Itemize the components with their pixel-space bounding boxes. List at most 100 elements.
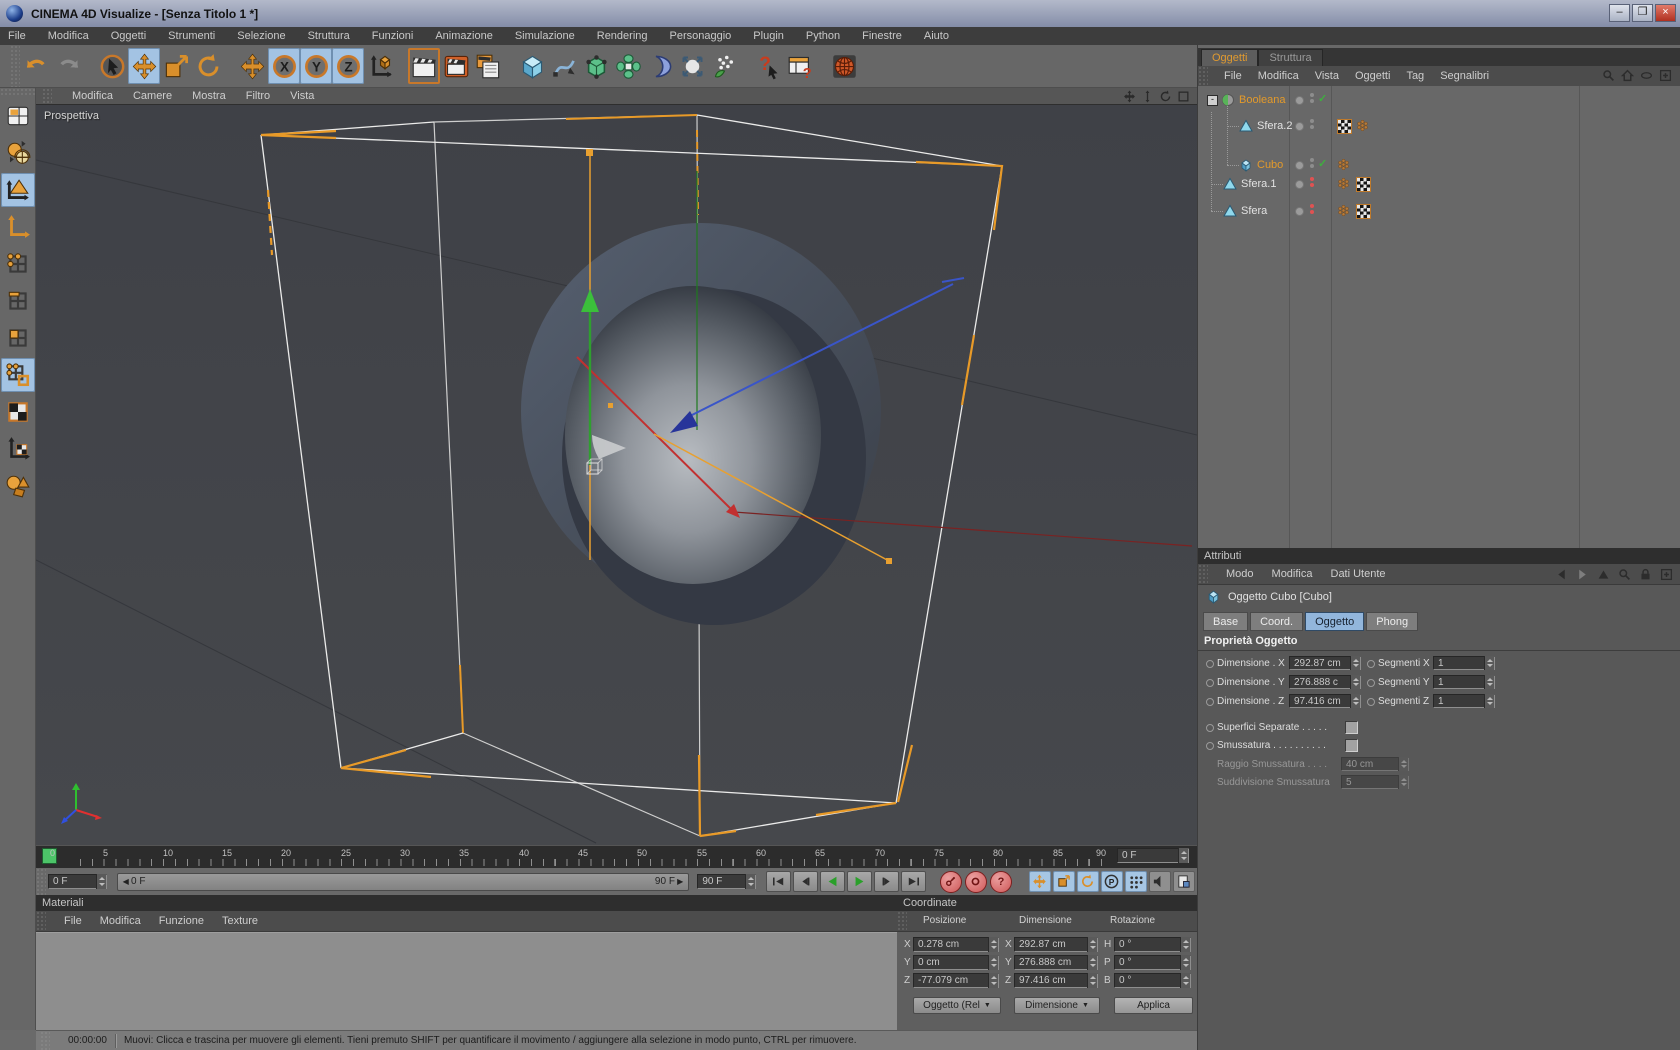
om-menu-segnalibri[interactable]: Segnalibri [1440,70,1489,82]
add-environment-button[interactable] [676,48,708,84]
tab-struttura[interactable]: Struttura [1258,49,1322,66]
previous-frame-button[interactable] [793,871,818,892]
mat-menu-file[interactable]: File [64,915,82,927]
stepper[interactable] [1484,694,1494,708]
apply-button[interactable]: Applica [1114,997,1193,1014]
anim-dot[interactable] [1206,742,1214,750]
menu-selezione[interactable]: Selezione [237,30,285,42]
key-position-toggle[interactable] [1029,871,1051,892]
menu-aiuto[interactable]: Aiuto [924,30,949,42]
visibility-dot[interactable] [1295,180,1304,189]
object-axis-mode-button[interactable] [1,210,35,244]
orange-handle-dot2[interactable] [608,403,613,408]
anim-dot[interactable] [1367,679,1375,687]
undo-button[interactable] [20,48,52,84]
dim-x-field[interactable]: 292.87 cm [1289,656,1361,670]
phong-tag[interactable] [1356,119,1369,132]
dimension-y-field[interactable]: 276.888 cm [1014,955,1098,970]
transport-drag-handle[interactable] [36,868,46,895]
rotation-b-field[interactable]: 0 ° [1114,973,1191,988]
menu-oggetti[interactable]: Oggetti [111,30,146,42]
object-display-button[interactable] [1,469,35,503]
play-forward-button[interactable] [847,871,872,892]
add-particles-button[interactable] [708,48,740,84]
phong-tag[interactable] [1337,177,1350,190]
attr-drag-handle[interactable] [1198,564,1208,584]
tree-item-sfera1[interactable]: Sfera.1 [1241,178,1276,190]
orange-handle-dot[interactable] [886,558,892,564]
attr-menu-modifica[interactable]: Modifica [1272,568,1313,580]
vp-menu-filtro[interactable]: Filtro [246,90,270,102]
dim-y-field[interactable]: 276.888 c [1289,675,1361,689]
record-keyframe-button[interactable] [940,871,962,893]
end-frame-field[interactable]: 90 F [697,874,756,889]
materials-drag-handle[interactable] [36,911,46,931]
visibility-dot[interactable] [1295,122,1304,131]
add-spline-button[interactable] [548,48,580,84]
menu-file[interactable]: File [8,30,26,42]
stepper[interactable] [1350,656,1360,670]
end-frame-stepper[interactable] [745,874,755,889]
menu-python[interactable]: Python [806,30,840,42]
anim-dot[interactable] [1367,660,1375,668]
attr-menu-modo[interactable]: Modo [1226,568,1254,580]
menu-finestre[interactable]: Finestre [862,30,902,42]
close-button[interactable] [1655,4,1676,22]
object-tree[interactable]: - Booleana ✓ Sfera.2 Cubo ✓ Sfera.1 Sfer… [1198,86,1680,548]
anim-dot[interactable] [1367,698,1375,706]
position-x-field[interactable]: 0.278 cm [913,937,999,952]
layout-button[interactable] [1,99,35,133]
rotate-tool-button[interactable] [192,48,224,84]
key-rotation-toggle[interactable] [1077,871,1099,892]
play-backward-button[interactable] [820,871,845,892]
stepper[interactable] [1350,694,1360,708]
viewport-menu-drag-handle[interactable] [42,88,52,104]
enabled-check[interactable]: ✓ [1318,92,1327,105]
key-scale-toggle[interactable] [1053,871,1075,892]
redo-button[interactable] [52,48,84,84]
attr-forward-icon[interactable] [1576,568,1589,586]
menu-personaggio[interactable]: Personaggio [670,30,732,42]
add-subdivision-surface-button[interactable] [580,48,612,84]
scale-tool-button[interactable] [160,48,192,84]
keyframe-selection-button[interactable]: ? [990,871,1012,893]
position-y-field[interactable]: 0 cm [913,955,999,970]
last-tool-button[interactable] [236,48,268,84]
om-menu-file[interactable]: File [1224,70,1242,82]
visibility-dot[interactable] [1295,161,1304,170]
tree-item-sfera[interactable]: Sfera [1241,205,1267,217]
minimize-button[interactable] [1609,4,1630,22]
render-view-button[interactable] [408,48,440,84]
stepper[interactable] [988,973,998,988]
mat-menu-modifica[interactable]: Modifica [100,915,141,927]
anim-dot[interactable] [1206,698,1214,706]
om-eye-icon[interactable] [1640,69,1653,87]
lock-y-axis-button[interactable]: Y [300,48,332,84]
editor-render-dots[interactable] [1310,158,1314,168]
toolbar-drag-handle[interactable] [10,45,20,87]
content-browser-button[interactable]: ? [784,48,816,84]
move-tool-button[interactable] [128,48,160,84]
vp-menu-mostra[interactable]: Mostra [192,90,226,102]
attr-back-icon[interactable] [1555,568,1568,586]
texture-axis-mode-button[interactable] [1,432,35,466]
model-mode-button[interactable] [1,173,35,207]
add-cube-button[interactable] [516,48,548,84]
texture-mode-button[interactable] [1,395,35,429]
editor-render-dots[interactable] [1310,204,1314,214]
texture-tag[interactable] [1337,119,1352,134]
stepper[interactable] [1180,955,1190,970]
vp-menu-camere[interactable]: Camere [133,90,172,102]
attr-search-icon[interactable] [1618,568,1631,586]
current-frame-field[interactable]: 0 F [48,874,107,889]
tree-item-sfera2[interactable]: Sfera.2 [1257,120,1292,132]
dim-z-field[interactable]: 97.416 cm [1289,694,1361,708]
attr-menu-dati-utente[interactable]: Dati Utente [1331,568,1386,580]
timeline-ruler[interactable]: 0 5 10 15 20 25 30 35 40 45 50 55 60 65 … [36,845,1197,868]
om-add-icon[interactable] [1659,69,1672,87]
coordinate-system-button[interactable] [364,48,396,84]
tree-item-booleana[interactable]: Booleana [1239,94,1286,106]
lock-z-axis-button[interactable]: Z [332,48,364,84]
goto-start-button[interactable] [766,871,791,892]
key-pla-toggle[interactable] [1125,871,1147,892]
